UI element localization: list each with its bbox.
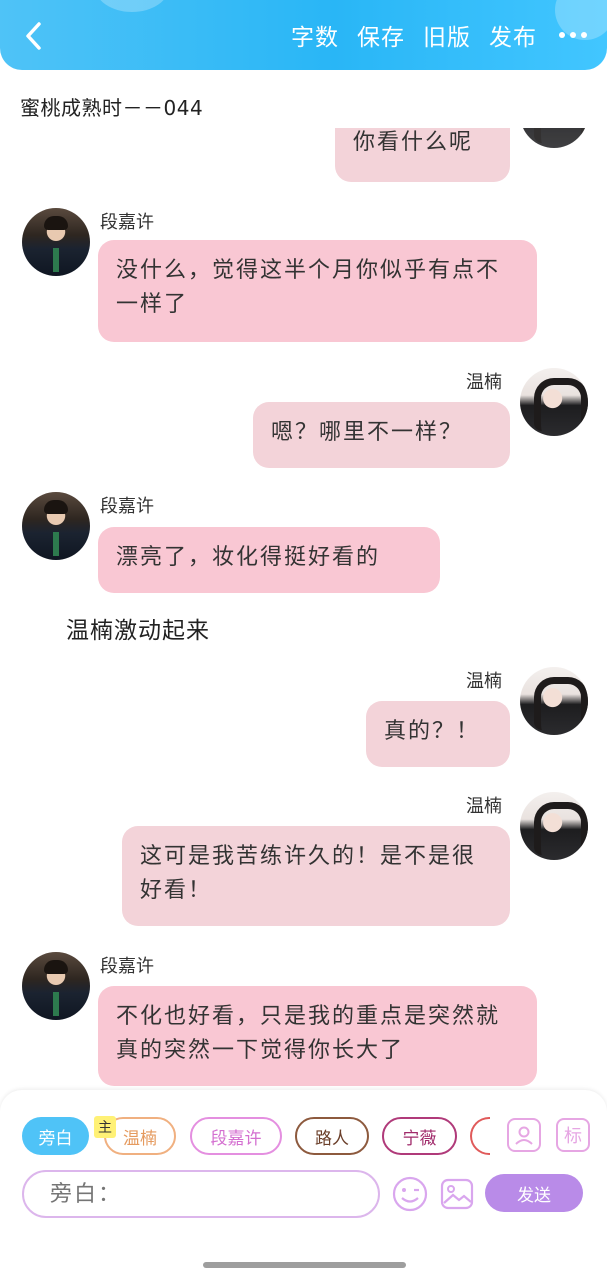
sender-name: 温楠: [466, 796, 502, 817]
avatar[interactable]: [22, 492, 90, 560]
document-title: 蜜桃成熟时－－044: [20, 96, 204, 120]
dot-icon: [570, 32, 576, 38]
message-bubble[interactable]: 真的？！: [366, 701, 510, 767]
composer-panel: 旁白 主 温楠 段嘉许 路人 宁薇 标 发送: [0, 1090, 607, 1280]
message-bubble[interactable]: 这可是我苦练许久的！是不是很好看！: [122, 826, 510, 926]
role-chip-duanjiaxu[interactable]: 段嘉许: [190, 1117, 282, 1155]
top-bar: 字数 保存 旧版 发布: [0, 0, 607, 70]
publish-button[interactable]: 发布: [489, 18, 537, 52]
avatar[interactable]: [520, 128, 588, 148]
message-text: 你看什么呢: [353, 130, 474, 155]
message-bubble[interactable]: 漂亮了，妆化得挺好看的: [98, 527, 440, 593]
back-button[interactable]: [18, 18, 48, 54]
avatar[interactable]: [520, 667, 588, 735]
sender-name: 温楠: [466, 372, 502, 393]
message-bubble[interactable]: 嗯？哪里不一样？: [253, 402, 510, 468]
word-count-button[interactable]: 字数: [291, 18, 339, 52]
image-icon: [440, 1178, 474, 1210]
sender-name: 段嘉许: [100, 212, 154, 233]
avatar[interactable]: [520, 368, 588, 436]
more-menu-button[interactable]: [559, 20, 587, 50]
chevron-left-icon: [26, 22, 41, 50]
mark-button[interactable]: 标: [556, 1118, 590, 1152]
message-text: 这可是我苦练许久的！是不是很好看！: [140, 844, 477, 903]
avatar[interactable]: [22, 952, 90, 1020]
message-text: 不化也好看，只是我的重点是突然就真的突然一下觉得你长大了: [116, 1004, 501, 1063]
message-text: 嗯？哪里不一样？: [271, 420, 464, 445]
avatar[interactable]: [22, 208, 90, 276]
message-bubble[interactable]: 你看什么呢: [335, 128, 510, 182]
chat-area[interactable]: 你看什么呢 段嘉许 没什么，觉得这半个月你似乎有点不一样了 温楠 嗯？哪里不一样…: [0, 128, 607, 1090]
character-settings-button[interactable]: [507, 1118, 541, 1152]
sender-name: 段嘉许: [100, 496, 154, 517]
sender-name: 段嘉许: [100, 956, 154, 977]
role-chip-ningwei[interactable]: 宁薇: [382, 1117, 457, 1155]
old-version-button[interactable]: 旧版: [423, 18, 471, 52]
image-button[interactable]: [438, 1175, 476, 1213]
message-text: 漂亮了，妆化得挺好看的: [116, 545, 381, 570]
smiley-icon: [392, 1176, 428, 1212]
narration-text: 温楠激动起来: [66, 618, 210, 644]
message-input[interactable]: [22, 1170, 380, 1218]
message-bubble[interactable]: 不化也好看，只是我的重点是突然就真的突然一下觉得你长大了: [98, 986, 537, 1086]
dot-icon: [581, 32, 587, 38]
role-chip-passerby[interactable]: 路人: [295, 1117, 369, 1155]
emoji-button[interactable]: [391, 1175, 429, 1213]
main-role-badge: 主: [94, 1116, 116, 1138]
save-button[interactable]: 保存: [357, 18, 405, 52]
send-button[interactable]: 发送: [485, 1174, 583, 1212]
role-chip-narrator[interactable]: 旁白: [22, 1117, 89, 1155]
message-text: 真的？！: [384, 719, 481, 744]
message-bubble[interactable]: 没什么，觉得这半个月你似乎有点不一样了: [98, 240, 537, 342]
role-chip-more[interactable]: [470, 1117, 490, 1155]
sender-name: 温楠: [466, 671, 502, 692]
dot-icon: [559, 32, 565, 38]
home-indicator[interactable]: [203, 1262, 406, 1268]
decor-circle: [95, 0, 169, 12]
avatar[interactable]: [520, 792, 588, 860]
message-text: 没什么，觉得这半个月你似乎有点不一样了: [116, 258, 501, 317]
person-icon: [515, 1126, 533, 1145]
